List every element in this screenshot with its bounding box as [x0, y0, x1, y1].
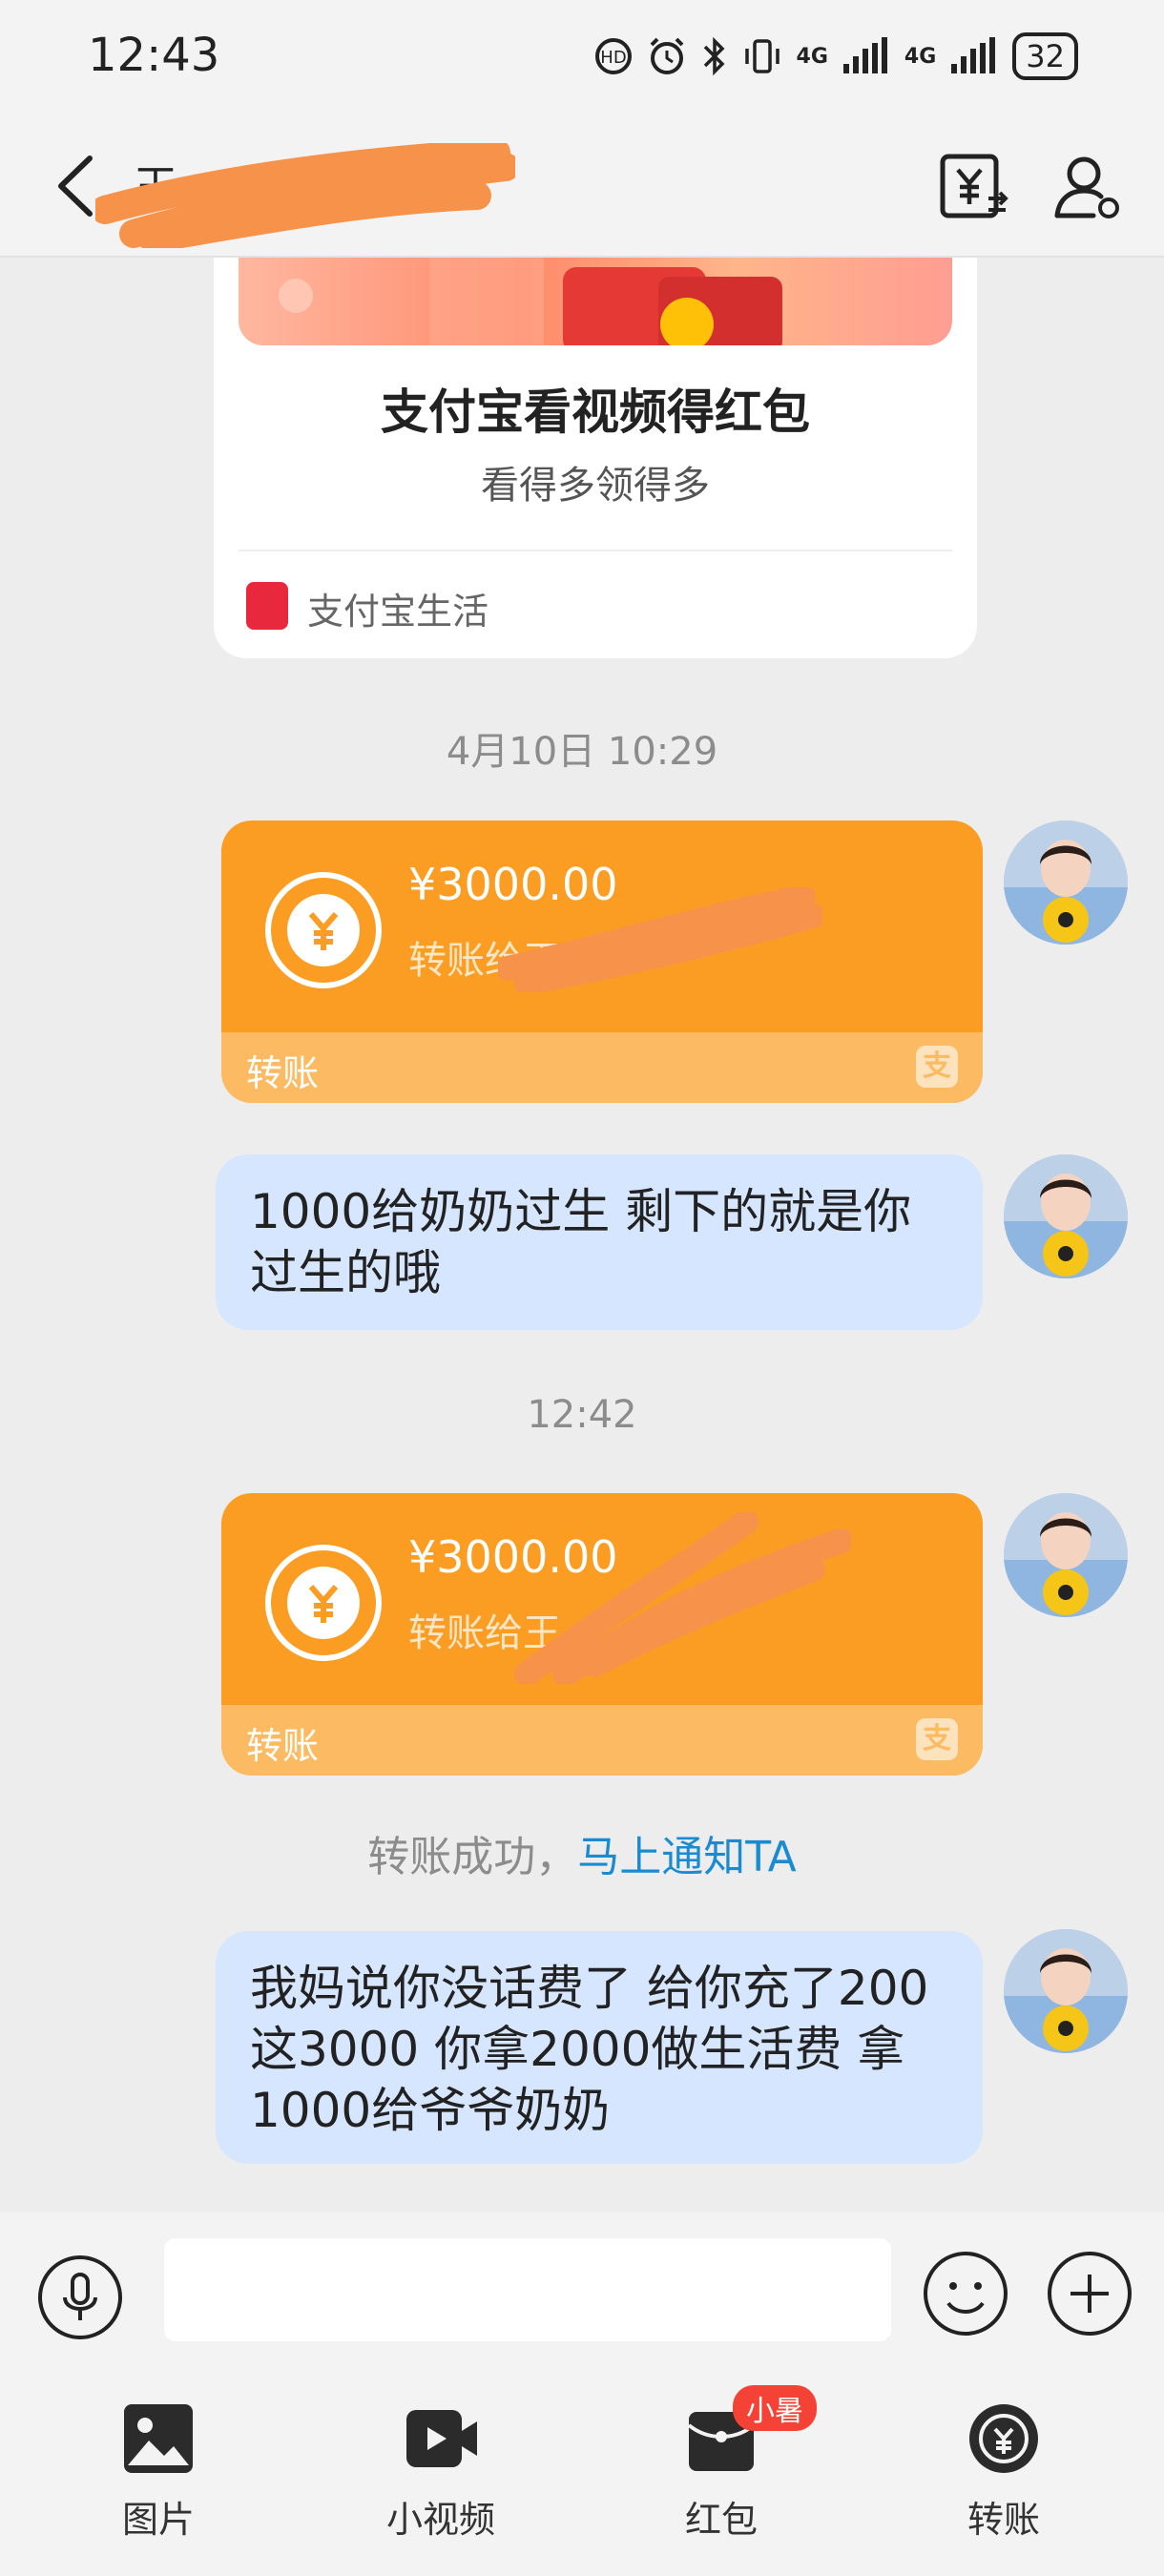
emoji-icon[interactable]: [922, 2250, 1009, 2337]
divider: [239, 550, 952, 551]
avatar[interactable]: [1004, 1929, 1128, 2053]
network-label-2: 4G: [904, 44, 937, 69]
video-label: 小视频: [385, 2499, 495, 2541]
alipay-logo-icon: 支: [916, 1718, 958, 1760]
timestamp: 4月10日 10:29: [446, 730, 718, 774]
hd-icon: HD: [594, 38, 632, 74]
transfer-type-label: 转账: [246, 1052, 320, 1094]
vibrate-icon: [744, 39, 779, 73]
image-icon: [124, 2404, 193, 2473]
plus-icon[interactable]: [1046, 2250, 1133, 2337]
alipay-logo-icon: 支: [916, 1046, 958, 1088]
photo-label: 图片: [121, 2499, 195, 2541]
red-packet-source-icon: [246, 582, 288, 630]
avatar-image: [1004, 1929, 1128, 2053]
timestamp: 12:42: [527, 1393, 637, 1437]
status-bar: 12:43 HD 4G 4G 32: [0, 0, 1164, 114]
transfer-label: 转账: [967, 2499, 1040, 2541]
promo-card[interactable]: 支付宝看视频得红包 看得多领得多 支付宝生活: [214, 258, 977, 658]
red-packet-label: 红包: [684, 2499, 758, 2541]
notify-link[interactable]: 马上通知TA: [577, 1833, 797, 1881]
bluetooth-icon: [703, 36, 725, 76]
network-label-1: 4G: [796, 44, 828, 69]
transfer-type-label: 转账: [246, 1725, 320, 1767]
photo-tool[interactable]: 图片: [63, 2400, 254, 2543]
chat-header: 王: [0, 114, 1164, 258]
video-icon: [406, 2410, 477, 2467]
avatar[interactable]: [1004, 1154, 1128, 1278]
input-bar: [0, 2212, 1164, 2370]
transfer-status-text: 转账成功，: [367, 1833, 578, 1881]
transfer-coin-icon: [265, 872, 382, 988]
avatar[interactable]: [1004, 1493, 1128, 1617]
transfer-message[interactable]: ¥3000.00 转账给王 转账 支: [221, 821, 983, 1103]
signal-icon: [842, 37, 887, 73]
svg-text:HD: HD: [600, 48, 626, 68]
alarm-icon: [650, 37, 683, 74]
redaction-scribble: [95, 143, 515, 248]
redaction-scribble: [498, 887, 822, 992]
red-packet-tool[interactable]: 红包 小暑: [626, 2385, 817, 2543]
profile-settings-icon[interactable]: [1051, 151, 1124, 223]
transfer-coin-icon: [265, 1545, 382, 1661]
status-time: 12:43: [88, 29, 220, 82]
promo-title: 支付宝看视频得红包: [381, 384, 810, 440]
avatar[interactable]: [1004, 821, 1128, 945]
yuan-transfer-icon[interactable]: [937, 151, 1009, 223]
red-packet-badge: 小暑: [733, 2385, 817, 2431]
video-tool[interactable]: 小视频: [345, 2400, 536, 2543]
redaction-scribble: [514, 1512, 851, 1684]
signal-icon-2: [951, 37, 996, 73]
avatar-image: [1004, 1493, 1128, 1617]
red-packet-gift-icon: [279, 258, 782, 345]
transfer-footer: 转账 支: [221, 1032, 983, 1103]
promo-source-label: 支付宝生活: [307, 591, 489, 633]
battery-indicator: 32: [1012, 32, 1078, 80]
transfer-status-line: 转账成功，马上通知TA: [0, 1822, 1164, 1883]
status-icons: HD 4G 4G 32: [594, 32, 1078, 80]
avatar-image: [1004, 1154, 1128, 1278]
promo-subtitle: 看得多领得多: [481, 464, 710, 508]
transfer-tool[interactable]: 转账: [908, 2400, 1099, 2543]
bottom-toolbar: 图片 小视频 红包 小暑 转账: [0, 2370, 1164, 2576]
transfer-message[interactable]: ¥3000.00 转账给王 转账 支: [221, 1493, 983, 1776]
message-input[interactable]: [164, 2238, 891, 2341]
promo-banner-image: [239, 258, 952, 345]
chat-bubble: 1000给奶奶过生 剩下的就是你过生的哦: [216, 1154, 983, 1330]
chat-bubble: 我妈说你没话费了 给你充了200 这3000 你拿2000做生活费 拿1000给…: [216, 1931, 983, 2164]
microphone-icon[interactable]: [36, 2254, 124, 2341]
transfer-footer: 转账 支: [221, 1705, 983, 1776]
avatar-image: [1004, 821, 1128, 945]
yuan-transfer-circle-icon: [969, 2404, 1038, 2473]
